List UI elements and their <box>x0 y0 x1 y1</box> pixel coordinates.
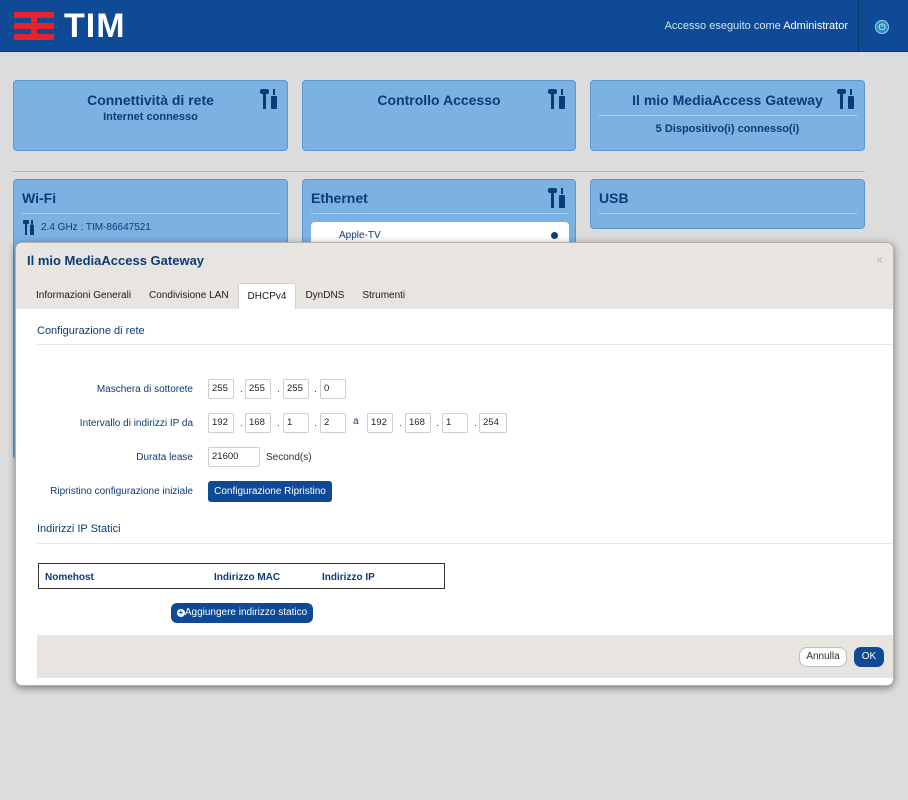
lease-label: Durata lease <box>136 452 193 463</box>
modal-title: Il mio MediaAccess Gateway <box>27 253 205 268</box>
range-from-octet-2[interactable]: 168 <box>245 413 271 433</box>
network-config-heading: Configurazione di rete <box>37 325 145 337</box>
reset-config-label: Ripristino configurazione iniziale <box>50 486 193 497</box>
card-gateway[interactable]: Il mio MediaAccess Gateway 5 Dispositivo… <box>590 80 865 151</box>
section-divider <box>13 171 865 172</box>
card-title: Wi-Fi <box>22 190 57 206</box>
dot-separator: . <box>314 384 317 395</box>
subnet-octet-4[interactable]: 0 <box>320 379 346 399</box>
range-to-octet-2[interactable]: 168 <box>405 413 431 433</box>
top-header: TIM Accesso eseguito come Administrator … <box>0 0 908 52</box>
col-ip-address: Indirizzo IP <box>322 572 375 583</box>
brand-name: TIM <box>64 7 126 45</box>
tab-dyndns[interactable]: DynDNS <box>296 283 353 309</box>
subnet-octet-2[interactable]: 255 <box>245 379 271 399</box>
dot-separator: . <box>399 418 402 429</box>
tab-strumenti[interactable]: Strumenti <box>353 283 414 309</box>
device-status-icon <box>551 232 558 239</box>
lease-input[interactable]: 21600 <box>208 447 260 467</box>
card-subtitle: Internet connesso <box>103 111 198 123</box>
settings-icon <box>22 220 36 236</box>
card-title: Il mio MediaAccess Gateway <box>632 92 823 108</box>
dot-separator: . <box>314 418 317 429</box>
tim-logo: TIM <box>14 7 126 45</box>
header-divider <box>858 0 859 52</box>
device-name[interactable]: Apple-TV <box>339 230 381 241</box>
modal-footer: Annulla OK <box>37 635 893 678</box>
modal-tabs: Informazioni Generali Condivisione LAN D… <box>27 283 414 309</box>
card-title: Controllo Accesso <box>377 92 501 108</box>
tools-icon[interactable] <box>546 188 570 210</box>
range-to-word: a <box>353 416 359 427</box>
static-ip-table: Nomehost Indirizzo MAC Indirizzo IP <box>38 563 445 589</box>
card-divider <box>22 213 280 214</box>
range-from-octet-3[interactable]: 1 <box>283 413 309 433</box>
dot-separator: . <box>436 418 439 429</box>
add-static-label: Aggiungere indirizzo statico <box>184 607 308 618</box>
close-icon[interactable]: × <box>876 253 883 267</box>
dot-separator: . <box>240 384 243 395</box>
card-divider <box>599 213 857 214</box>
tools-icon[interactable] <box>546 89 570 111</box>
card-subtitle: 5 Dispositivo(i) connesso(i) <box>655 123 800 135</box>
card-divider <box>311 213 569 214</box>
range-to-octet-4[interactable]: 254 <box>479 413 507 433</box>
subnet-octet-3[interactable]: 255 <box>283 379 309 399</box>
range-to-octet-3[interactable]: 1 <box>442 413 468 433</box>
dot-separator: . <box>240 418 243 429</box>
range-to-octet-1[interactable]: 192 <box>367 413 393 433</box>
card-title: USB <box>599 190 629 206</box>
tools-icon[interactable] <box>835 89 859 111</box>
power-icon[interactable]: ⏻ <box>875 20 889 34</box>
dot-separator: . <box>277 418 280 429</box>
section-divider <box>37 543 893 544</box>
card-divider <box>599 115 857 116</box>
card-connectivity[interactable]: Connettività di rete Internet connesso <box>13 80 288 151</box>
range-from-octet-1[interactable]: 192 <box>208 413 234 433</box>
ok-button[interactable]: OK <box>854 647 884 667</box>
section-divider <box>37 344 893 345</box>
card-usb[interactable]: USB <box>590 179 865 229</box>
dot-separator: . <box>277 384 280 395</box>
ip-range-label: Intervallo di indirizzi IP da <box>79 418 193 429</box>
tools-icon[interactable] <box>258 89 282 111</box>
card-access-control[interactable]: Controllo Accesso <box>302 80 576 151</box>
col-hostname: Nomehost <box>45 572 94 583</box>
plus-circle-icon: + <box>176 608 185 617</box>
login-user[interactable]: Administrator <box>783 20 848 32</box>
reset-config-button[interactable]: Configurazione Ripristino <box>208 481 332 502</box>
subnet-mask-label: Maschera di sottorete <box>96 384 193 395</box>
login-prefix: Accesso eseguito come <box>664 20 781 32</box>
wifi-network: 2.4 GHz : TIM-86647521 <box>41 222 151 233</box>
col-mac-address: Indirizzo MAC <box>214 572 281 583</box>
dot-separator: . <box>474 418 477 429</box>
tab-informazioni-generali[interactable]: Informazioni Generali <box>27 283 140 309</box>
modal-header: Il mio MediaAccess Gateway × Informazion… <box>16 243 893 309</box>
static-ip-heading: Indirizzi IP Statici <box>37 523 121 535</box>
subnet-octet-1[interactable]: 255 <box>208 379 234 399</box>
lease-unit: Second(s) <box>266 452 312 463</box>
tab-dhcpv4[interactable]: DHCPv4 <box>237 283 297 309</box>
card-title: Connettività di rete <box>87 92 214 108</box>
range-from-octet-4[interactable]: 2 <box>320 413 346 433</box>
login-status: Accesso eseguito come Administrator <box>665 20 848 32</box>
gateway-modal: Il mio MediaAccess Gateway × Informazion… <box>15 242 894 686</box>
cancel-button[interactable]: Annulla <box>799 647 847 667</box>
tim-logo-mark-icon <box>14 12 54 40</box>
card-title: Ethernet <box>311 190 368 206</box>
add-static-address-button[interactable]: + Aggiungere indirizzo statico <box>171 603 313 623</box>
tab-condivisione-lan[interactable]: Condivisione LAN <box>140 283 238 309</box>
